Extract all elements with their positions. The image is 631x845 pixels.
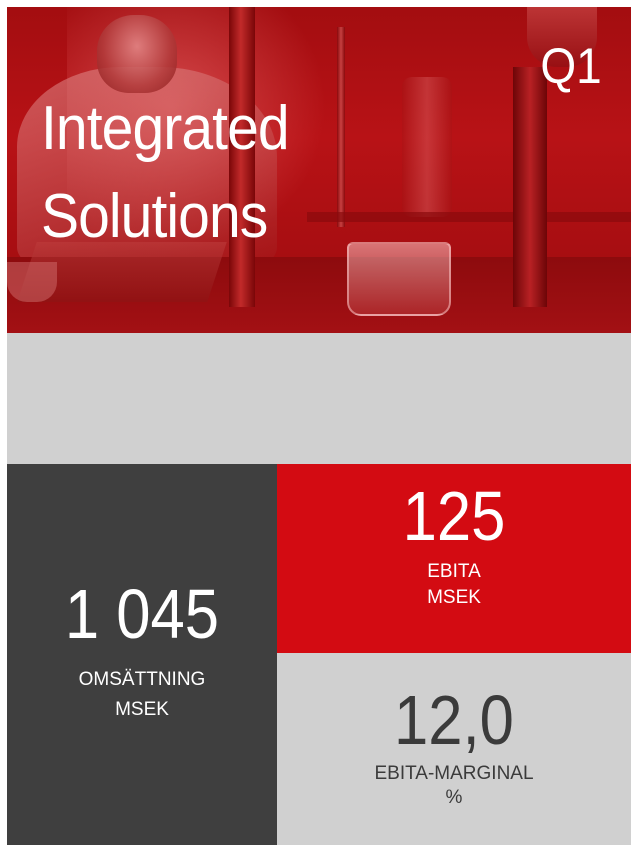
- spacer-band: [7, 333, 631, 464]
- kpi-margin-value: 12,0: [394, 681, 514, 759]
- page-title-line: Solutions: [41, 182, 268, 251]
- hero-image-bottle: [402, 77, 452, 217]
- segment-card: Integrated Solutions Q1 1 045 OMSÄTTNING…: [7, 7, 631, 845]
- kpi-revenue-label: OMSÄTTNING: [78, 669, 206, 690]
- hero-image-person-head: [97, 15, 177, 93]
- hero-image-pipe: [337, 27, 345, 227]
- kpi-revenue-value: 1 045: [64, 575, 220, 653]
- kpi-revenue-tile: 1 045 OMSÄTTNING MSEK: [7, 464, 277, 845]
- hero-image-bowl: [7, 262, 57, 302]
- kpi-margin-unit: %: [445, 787, 463, 808]
- hero-image-pole: [513, 67, 547, 307]
- hero-banner: Integrated Solutions Q1: [7, 7, 631, 333]
- kpi-ebita-tile: 125 EBITA MSEK: [277, 464, 631, 653]
- quarter-badge: Q1: [540, 38, 602, 94]
- kpi-margin-tile: 12,0 EBITA-MARGINAL %: [277, 653, 631, 845]
- kpi-margin-label: EBITA-MARGINAL: [374, 763, 534, 784]
- hero-image-shelf: [307, 212, 631, 222]
- kpi-ebita-value: 125: [402, 477, 506, 555]
- hero-image-beaker: [347, 242, 451, 316]
- kpi-revenue-unit: MSEK: [115, 699, 169, 720]
- kpi-ebita-unit: MSEK: [427, 587, 481, 608]
- kpi-ebita-label: EBITA: [427, 561, 481, 582]
- page-title-line: Integrated: [41, 94, 290, 163]
- page-title: Integrated Solutions: [41, 85, 290, 261]
